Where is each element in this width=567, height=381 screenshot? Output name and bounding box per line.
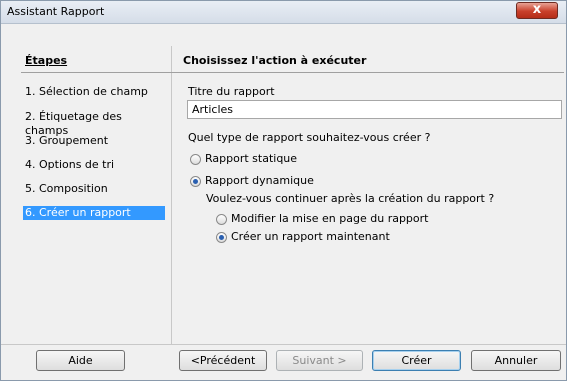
title-bar: Assistant Rapport x: [1, 1, 566, 24]
static-report-label[interactable]: Rapport statique: [205, 152, 297, 165]
step-sort-options[interactable]: 4. Options de tri: [25, 158, 165, 172]
create-button[interactable]: Créer: [372, 350, 461, 371]
create-now-label[interactable]: Créer un rapport maintenant: [231, 230, 390, 243]
dynamic-report-label[interactable]: Rapport dynamique: [205, 174, 314, 187]
step-layout[interactable]: 5. Composition: [25, 182, 165, 196]
create-now-radio[interactable]: [216, 232, 227, 243]
cancel-button[interactable]: Annuler: [471, 350, 561, 371]
report-title-label: Titre du rapport: [188, 85, 275, 98]
report-wizard-window: Assistant Rapport x Étapes 1. Sélection …: [0, 0, 567, 381]
heading-separator: [21, 72, 564, 73]
dynamic-report-radio[interactable]: [190, 176, 201, 187]
step-create-report[interactable]: 6. Créer un rapport: [23, 206, 165, 220]
modify-layout-label[interactable]: Modifier la mise en page du rapport: [231, 212, 428, 225]
report-title-input[interactable]: Articles: [187, 100, 562, 119]
close-button[interactable]: x: [516, 2, 558, 19]
step-field-labels[interactable]: 2. Étiquetage des champs: [25, 110, 165, 137]
step-grouping[interactable]: 3. Groupement: [25, 134, 165, 148]
static-report-radio[interactable]: [190, 154, 201, 165]
modify-layout-radio[interactable]: [216, 214, 227, 225]
previous-button[interactable]: <Précédent: [179, 350, 267, 371]
close-icon: x: [532, 2, 542, 17]
steps-title: Étapes: [25, 54, 68, 67]
help-button[interactable]: Aide: [36, 350, 125, 371]
window-title: Assistant Rapport: [7, 5, 105, 18]
step-field-selection[interactable]: 1. Sélection de champ: [25, 85, 165, 99]
continue-question: Voulez-vous continuer après la création …: [206, 192, 495, 205]
next-button[interactable]: Suivant >: [276, 350, 363, 371]
report-type-question: Quel type de rapport souhaitez-vous crée…: [188, 131, 431, 144]
panel-divider: [171, 46, 172, 344]
footer-separator: [1, 344, 566, 345]
page-heading: Choisissez l'action à exécuter: [183, 54, 367, 67]
